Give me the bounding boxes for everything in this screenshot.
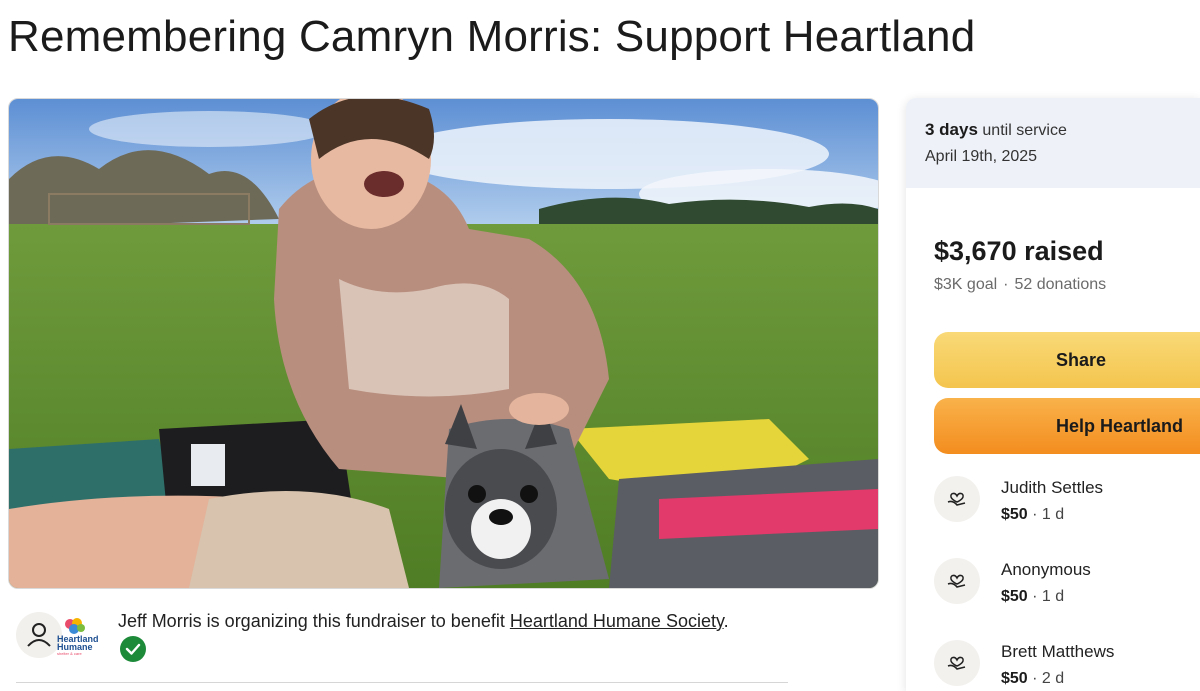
donations-count[interactable]: 52 donations: [1015, 276, 1107, 293]
beneficiary-link[interactable]: Heartland Humane Society: [510, 611, 724, 631]
section-divider: [16, 682, 788, 683]
donation-item: Judith Settles $50 · 1 d: [934, 476, 1200, 532]
donation-amount: $50: [1001, 506, 1028, 523]
organizer-text-prefix: Jeff Morris is organizing this fundraise…: [118, 611, 510, 631]
heartland-humane-logo[interactable]: Heartland Humane shelter & care: [56, 616, 116, 656]
countdown: 3 days until service: [925, 120, 1067, 140]
donor-name: Judith Settles: [1001, 478, 1104, 497]
donation-amount-time: $50 · 1 d: [1001, 588, 1065, 605]
donate-button[interactable]: Help Heartland: [934, 398, 1200, 454]
donor-name: Brett Matthews: [1001, 642, 1115, 661]
donation-amount: $50: [1001, 588, 1028, 605]
organizer-section: Heartland Humane shelter & care Jeff Mor…: [16, 608, 788, 668]
heart-hand-icon: [934, 640, 980, 686]
countdown-value: 3 days: [925, 120, 978, 139]
organizer-text: Jeff Morris is organizing this fundraise…: [118, 611, 729, 632]
share-button[interactable]: Share: [934, 332, 1200, 388]
donation-time: 2 d: [1041, 670, 1065, 687]
countdown-banner: 3 days until service April 19th, 2025: [906, 98, 1200, 188]
service-date: April 19th, 2025: [925, 148, 1038, 165]
donation-amount-time: $50 · 2 d: [1001, 670, 1065, 687]
goal-amount: $3K goal: [934, 276, 998, 293]
donation-amount-time: $50 · 1 d: [1001, 506, 1065, 523]
heart-hand-icon: [934, 558, 980, 604]
hero-photo-illustration: [9, 99, 878, 588]
page-title: Remembering Camryn Morris: Support Heart…: [8, 12, 976, 61]
donation-time: 1 d: [1041, 506, 1065, 523]
svg-text:shelter & care: shelter & care: [57, 651, 82, 656]
countdown-label: until service: [982, 122, 1067, 139]
goal-meta: $3K goal · 52 donations: [934, 276, 1106, 294]
donation-item: Anonymous $50 · 1 d: [934, 558, 1200, 614]
amount-raised: $3,670 raised: [934, 236, 1104, 266]
donation-item: Brett Matthews $50 · 2 d: [934, 640, 1200, 691]
donation-time: 1 d: [1041, 588, 1065, 605]
donor-name: Anonymous: [1001, 560, 1091, 579]
check-circle-icon: [120, 636, 146, 662]
donation-amount: $50: [1001, 670, 1028, 687]
organizer-text-suffix: .: [723, 611, 729, 631]
donation-sidebar: 3 days until service April 19th, 2025 $3…: [906, 98, 1200, 691]
heart-hand-icon: [934, 476, 980, 522]
meta-separator: ·: [1003, 276, 1009, 293]
hero-photo[interactable]: [8, 98, 879, 589]
